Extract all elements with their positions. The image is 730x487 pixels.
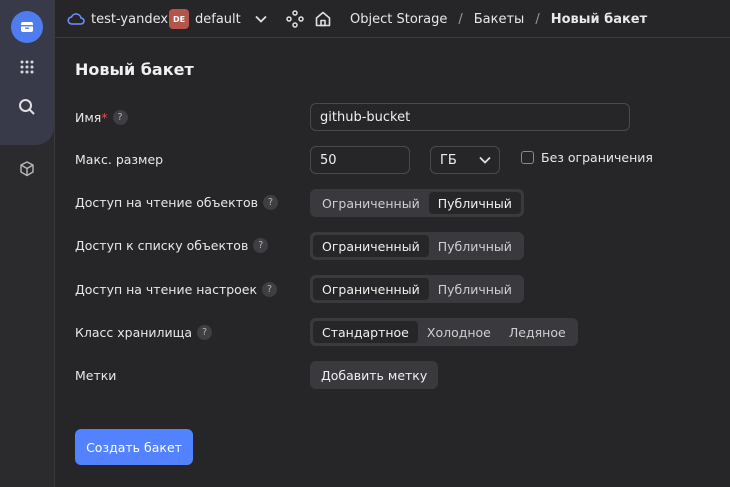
folder-name: default xyxy=(195,11,241,27)
chevron-down-icon xyxy=(255,15,267,23)
option-restricted[interactable]: Ограниченный xyxy=(313,278,429,300)
add-tag-button[interactable]: Добавить метку xyxy=(310,361,439,389)
help-icon[interactable]: ? xyxy=(112,109,128,125)
bucket-icon[interactable] xyxy=(11,11,43,43)
breadcrumb-object-storage[interactable]: Object Storage xyxy=(350,12,447,27)
read-settings-label: Доступ на чтение настроек ? xyxy=(75,279,278,299)
help-icon[interactable]: ? xyxy=(262,281,278,297)
services-icon[interactable] xyxy=(286,0,304,38)
option-public[interactable]: Публичный xyxy=(429,235,521,257)
folder-selector[interactable]: DE default xyxy=(169,0,267,38)
required-mark: * xyxy=(101,109,108,125)
option-public[interactable]: Публичный xyxy=(429,278,521,300)
breadcrumb-separator: / xyxy=(458,11,463,27)
cloud-icon xyxy=(67,12,85,26)
list-objects-label-text: Доступ к списку объектов xyxy=(75,237,249,253)
breadcrumb-separator: / xyxy=(535,11,540,27)
option-cold[interactable]: Холодное xyxy=(418,321,500,343)
top-header: test-yandex DE default Object Storage / … xyxy=(55,0,730,38)
create-bucket-button[interactable]: Создать бакет xyxy=(75,429,193,465)
list-objects-label: Доступ к списку объектов ? xyxy=(75,235,269,255)
name-label: Имя * ? xyxy=(75,107,128,127)
search-icon[interactable] xyxy=(11,91,43,123)
page-title: Новый бакет xyxy=(75,60,194,79)
option-restricted[interactable]: Ограниченный xyxy=(313,192,429,214)
name-input[interactable]: github-bucket xyxy=(310,103,630,131)
tags-label: Метки xyxy=(75,367,117,383)
read-objects-label-text: Доступ на чтение объектов xyxy=(75,194,258,210)
breadcrumb-buckets[interactable]: Бакеты xyxy=(474,12,525,27)
apps-grid-icon[interactable] xyxy=(11,51,43,83)
name-label-text: Имя xyxy=(75,109,102,125)
size-unit-select[interactable]: ГБ xyxy=(430,146,500,174)
folder-badge: DE xyxy=(169,9,189,29)
breadcrumb-new-bucket: Новый бакет xyxy=(550,11,648,27)
help-icon[interactable]: ? xyxy=(253,237,269,253)
read-settings-label-text: Доступ на чтение настроек xyxy=(75,281,258,297)
read-objects-toggle: Ограниченный Публичный xyxy=(310,189,524,217)
home-icon[interactable] xyxy=(314,0,332,38)
read-objects-label: Доступ на чтение объектов ? xyxy=(75,192,278,212)
cloud-selector[interactable]: test-yandex xyxy=(67,0,168,38)
option-standard[interactable]: Стандартное xyxy=(313,321,418,343)
storage-class-label-text: Класс хранилища xyxy=(75,324,193,340)
option-public[interactable]: Публичный xyxy=(428,192,521,214)
storage-class-label: Класс хранилища ? xyxy=(75,322,213,342)
option-ice[interactable]: Ледяное xyxy=(500,321,575,343)
checkbox-box[interactable] xyxy=(521,151,534,164)
read-settings-toggle: Ограниченный Публичный xyxy=(310,275,524,303)
max-size-label: Макс. размер xyxy=(75,151,164,167)
option-restricted[interactable]: Ограниченный xyxy=(313,235,429,257)
cube-icon[interactable] xyxy=(11,153,43,185)
size-unit-value: ГБ xyxy=(440,152,457,168)
list-objects-toggle: Ограниченный Публичный xyxy=(310,232,524,260)
cloud-name: test-yandex xyxy=(91,11,169,27)
help-icon[interactable]: ? xyxy=(262,194,278,210)
unlimited-checkbox[interactable]: Без ограничения xyxy=(521,150,653,165)
left-rail xyxy=(0,0,55,487)
max-size-input[interactable]: 50 xyxy=(310,146,410,174)
chevron-down-icon xyxy=(479,156,491,164)
breadcrumb: Object Storage / Бакеты / Новый бакет xyxy=(350,0,647,38)
storage-class-toggle: Стандартное Холодное Ледяное xyxy=(310,318,578,346)
unlimited-label: Без ограничения xyxy=(541,150,653,165)
help-icon[interactable]: ? xyxy=(197,324,213,340)
